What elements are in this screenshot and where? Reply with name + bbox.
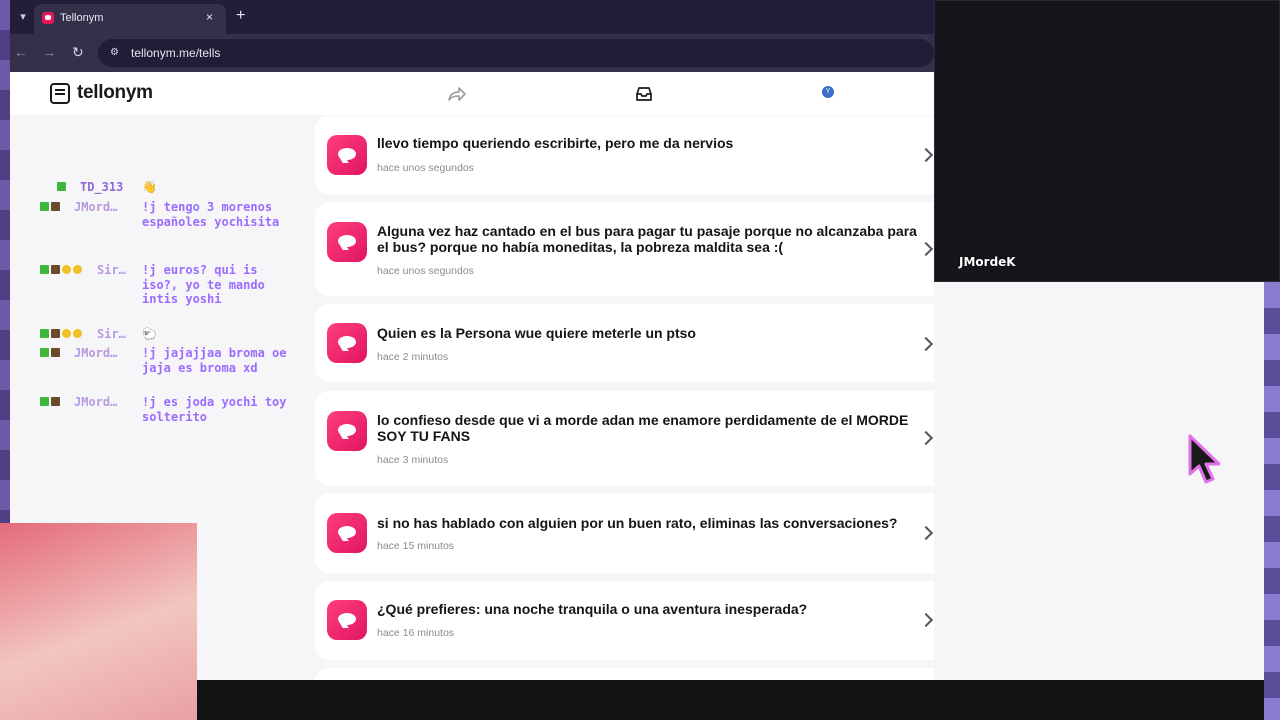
mouse-cursor-icon xyxy=(1188,434,1221,484)
subscriber-badge-icon xyxy=(40,329,49,338)
chat-username: Sir… xyxy=(97,327,126,341)
close-tab-icon[interactable]: × xyxy=(206,10,213,24)
top-navigation: tellonym Y xyxy=(10,72,934,115)
hammer-badge-icon xyxy=(51,329,60,338)
tell-time: hace unos segundos xyxy=(377,265,474,277)
tell-bubble-icon xyxy=(327,411,367,451)
chevron-right-icon xyxy=(918,430,934,446)
chevron-right-icon xyxy=(918,525,934,541)
hammer-badge-icon xyxy=(51,348,60,357)
tell-text: llevo tiempo queriendo escribirte, pero … xyxy=(377,135,734,151)
share-icon[interactable] xyxy=(446,84,466,104)
inbox-icon[interactable] xyxy=(634,84,654,104)
forward-arrow-icon[interactable]: → xyxy=(42,44,56,60)
reload-icon[interactable]: ↻ xyxy=(72,44,84,60)
tab-tellonym[interactable]: Tellonym × xyxy=(34,4,226,34)
chevron-right-icon xyxy=(918,336,934,352)
tellonym-favicon-icon xyxy=(42,12,54,24)
webcam-username: JMordeK xyxy=(959,255,1016,269)
tellonym-logo-icon[interactable] xyxy=(50,83,70,104)
hammer-badge-icon xyxy=(51,202,60,211)
chat-username: JMord… xyxy=(74,200,118,214)
crown-badge-icon xyxy=(62,265,71,274)
browser-tab-bar: ▾ Tellonym × + xyxy=(10,0,934,34)
back-arrow-icon[interactable]: ← xyxy=(14,44,28,60)
profile-avatar-icon[interactable]: Y xyxy=(822,86,834,98)
tell-card[interactable]: Quien es la Persona wue quiere meterle u… xyxy=(315,304,934,382)
tell-time: hace 16 minutos xyxy=(377,627,455,639)
tell-card[interactable]: ¿Qué prefieres: una noche tranquila o un… xyxy=(315,581,934,660)
site-info-icon[interactable]: ⚙ xyxy=(110,47,121,58)
url-text[interactable]: tellonym.me/tells xyxy=(131,46,220,60)
subscriber-badge-icon xyxy=(40,265,49,274)
browser-toolbar: ← → ↻ ⚙ tellonym.me/tells xyxy=(10,34,934,72)
chat-emote: 🐑 xyxy=(142,327,157,341)
coin-badge-icon xyxy=(73,329,82,338)
crown-badge-icon xyxy=(62,329,71,338)
tell-bubble-icon xyxy=(327,222,367,262)
chevron-right-icon xyxy=(918,147,934,163)
tab-title: Tellonym xyxy=(60,12,104,24)
tell-time: hace 15 minutos xyxy=(377,540,455,552)
stream-bottom-bar xyxy=(197,680,1264,720)
tell-card[interactable]: llevo tiempo queriendo escribirte, pero … xyxy=(315,116,934,194)
hammer-badge-icon xyxy=(51,265,60,274)
tell-text: Alguna vez haz cantado en el bus para pa… xyxy=(377,223,917,255)
tell-time: hace 2 minutos xyxy=(377,351,449,363)
new-tab-button[interactable]: + xyxy=(236,7,245,25)
tab-search-menu-icon[interactable]: ▾ xyxy=(14,8,32,26)
tell-card[interactable]: Alguna vez haz cantado en el bus para pa… xyxy=(315,202,934,296)
chat-text: !j jajajjaa broma oe jaja es broma xd xyxy=(142,346,287,375)
chat-text: !j tengo 3 morenos españoles yochisita xyxy=(142,200,280,229)
tell-text: si no has hablado con alguien por un bue… xyxy=(377,515,898,531)
chevron-right-icon xyxy=(918,241,934,257)
tell-bubble-icon xyxy=(327,513,367,553)
chat-emote: 👋 xyxy=(142,180,157,194)
chat-username: TD_313 xyxy=(80,180,124,194)
streamer-avatar xyxy=(0,523,197,720)
tell-time: hace 3 minutos xyxy=(377,454,449,466)
tell-card[interactable]: lo confieso desde que vi a morde adan me… xyxy=(315,391,934,486)
tell-card[interactable]: si no has hablado con alguien por un bue… xyxy=(315,493,934,573)
tell-bubble-icon xyxy=(327,135,367,175)
tell-text: Quien es la Persona wue quiere meterle u… xyxy=(377,325,696,341)
subscriber-badge-icon xyxy=(40,202,49,211)
subscriber-badge-icon xyxy=(40,397,49,406)
subscriber-badge-icon xyxy=(57,182,66,191)
tell-bubble-icon xyxy=(327,323,367,363)
chevron-right-icon xyxy=(918,612,934,628)
chat-username: JMord… xyxy=(74,346,118,360)
hammer-badge-icon xyxy=(51,397,60,406)
coin-badge-icon xyxy=(73,265,82,274)
chat-text: !j es joda yochi toy solterito xyxy=(142,395,287,424)
chat-text: !j euros? qui is iso?, yo te mando intis… xyxy=(142,263,273,306)
chat-username: JMord… xyxy=(74,395,118,409)
stream-background-right xyxy=(1264,282,1280,720)
tell-bubble-icon xyxy=(327,600,367,640)
subscriber-badge-icon xyxy=(40,348,49,357)
tell-time: hace unos segundos xyxy=(377,162,474,174)
tell-text: lo confieso desde que vi a morde adan me… xyxy=(377,412,909,444)
address-bar[interactable]: ⚙ tellonym.me/tells xyxy=(98,39,934,67)
tell-text: ¿Qué prefieres: una noche tranquila o un… xyxy=(377,601,808,617)
chat-username: Sir… xyxy=(97,263,126,277)
logo-text[interactable]: tellonym xyxy=(77,82,153,104)
webcam-frame: JMordeK xyxy=(934,0,1280,282)
